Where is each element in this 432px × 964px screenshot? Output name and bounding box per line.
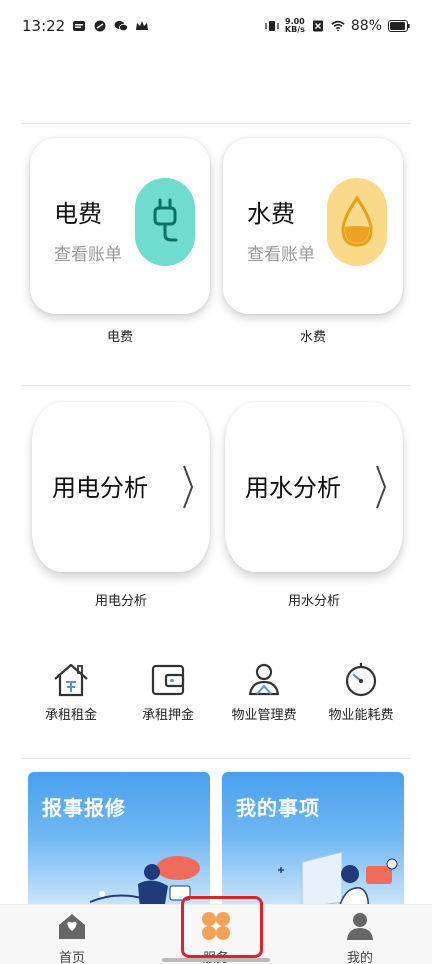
link-app-icon [94,20,106,32]
no-sim-icon [312,20,323,32]
wallet-icon [151,664,185,696]
tab-mine[interactable]: 我的 [320,911,400,964]
card-title: 水费 [247,200,295,228]
house-icon [54,663,88,697]
card-title: 用水分析 [245,474,341,502]
rent-fee-button[interactable]: 承租租金 [21,660,121,723]
water-drop-icon-badge [327,178,387,266]
tab-home[interactable]: 首页 [32,911,112,964]
plug-icon [153,198,178,242]
my-matters-banner[interactable]: 我的事项 [222,772,404,912]
section-divider [22,385,410,386]
tab-label: 我的 [346,951,373,964]
water-card-caption: 水费 [299,330,326,345]
app-notification-icon [73,21,86,31]
person-icon [248,663,280,696]
battery-percent: 88% [350,18,382,34]
property-fee-button[interactable]: 物业管理费 [214,660,314,723]
electricity-analysis-card[interactable]: 用电分析 [32,402,210,572]
chevron-right-icon [376,465,387,509]
quick-action-label: 物业能耗费 [328,708,394,723]
water-bill-card[interactable]: 水费 查看账单 [223,138,403,314]
tab-label: 首页 [58,951,85,964]
view-bill-link[interactable]: 查看账单 [54,240,122,265]
crown-icon [136,21,149,30]
home-indicator[interactable] [162,958,270,962]
plug-icon-badge [135,178,195,266]
rent-deposit-button[interactable]: 承租押金 [118,660,218,723]
status-time: 13:22 [22,17,66,35]
gauge-icon [345,663,377,697]
wifi-icon [331,20,345,32]
view-bill-link[interactable]: 查看账单 [247,240,315,265]
water-drop-icon [341,195,373,247]
card-title: 用电分析 [52,474,148,502]
active-tab-highlight [181,896,263,958]
quick-action-label: 物业管理费 [231,708,297,723]
user-icon [347,913,373,940]
status-bar: 13:22 9.00 KB/s 88% [0,0,432,52]
report-repair-banner[interactable]: 报事报修 [28,772,210,912]
promo-title: 我的事项 [236,796,320,820]
electricity-card-caption: 电费 [106,330,133,345]
electricity-bill-card[interactable]: 电费 查看账单 [30,138,210,314]
matters-illustration [278,851,398,912]
water-analysis-caption: 用水分析 [287,594,340,609]
promo-title: 报事报修 [42,796,126,820]
network-speed-unit: KB/s [284,25,305,34]
vibrate-icon [265,21,279,31]
quick-action-label: 承租租金 [44,708,97,723]
quick-action-label: 承租押金 [141,708,194,723]
electricity-analysis-caption: 用电分析 [94,594,147,609]
energy-fee-button[interactable]: 物业能耗费 [311,660,411,723]
wechat-icon [114,21,129,32]
network-speed: 9.00 KB/s [285,18,305,34]
home-icon [59,914,85,939]
water-analysis-card[interactable]: 用水分析 [225,402,403,572]
card-title: 电费 [54,200,102,228]
section-divider [22,123,410,124]
battery-icon [388,20,410,32]
chevron-right-icon [183,465,194,509]
section-divider [22,758,410,759]
